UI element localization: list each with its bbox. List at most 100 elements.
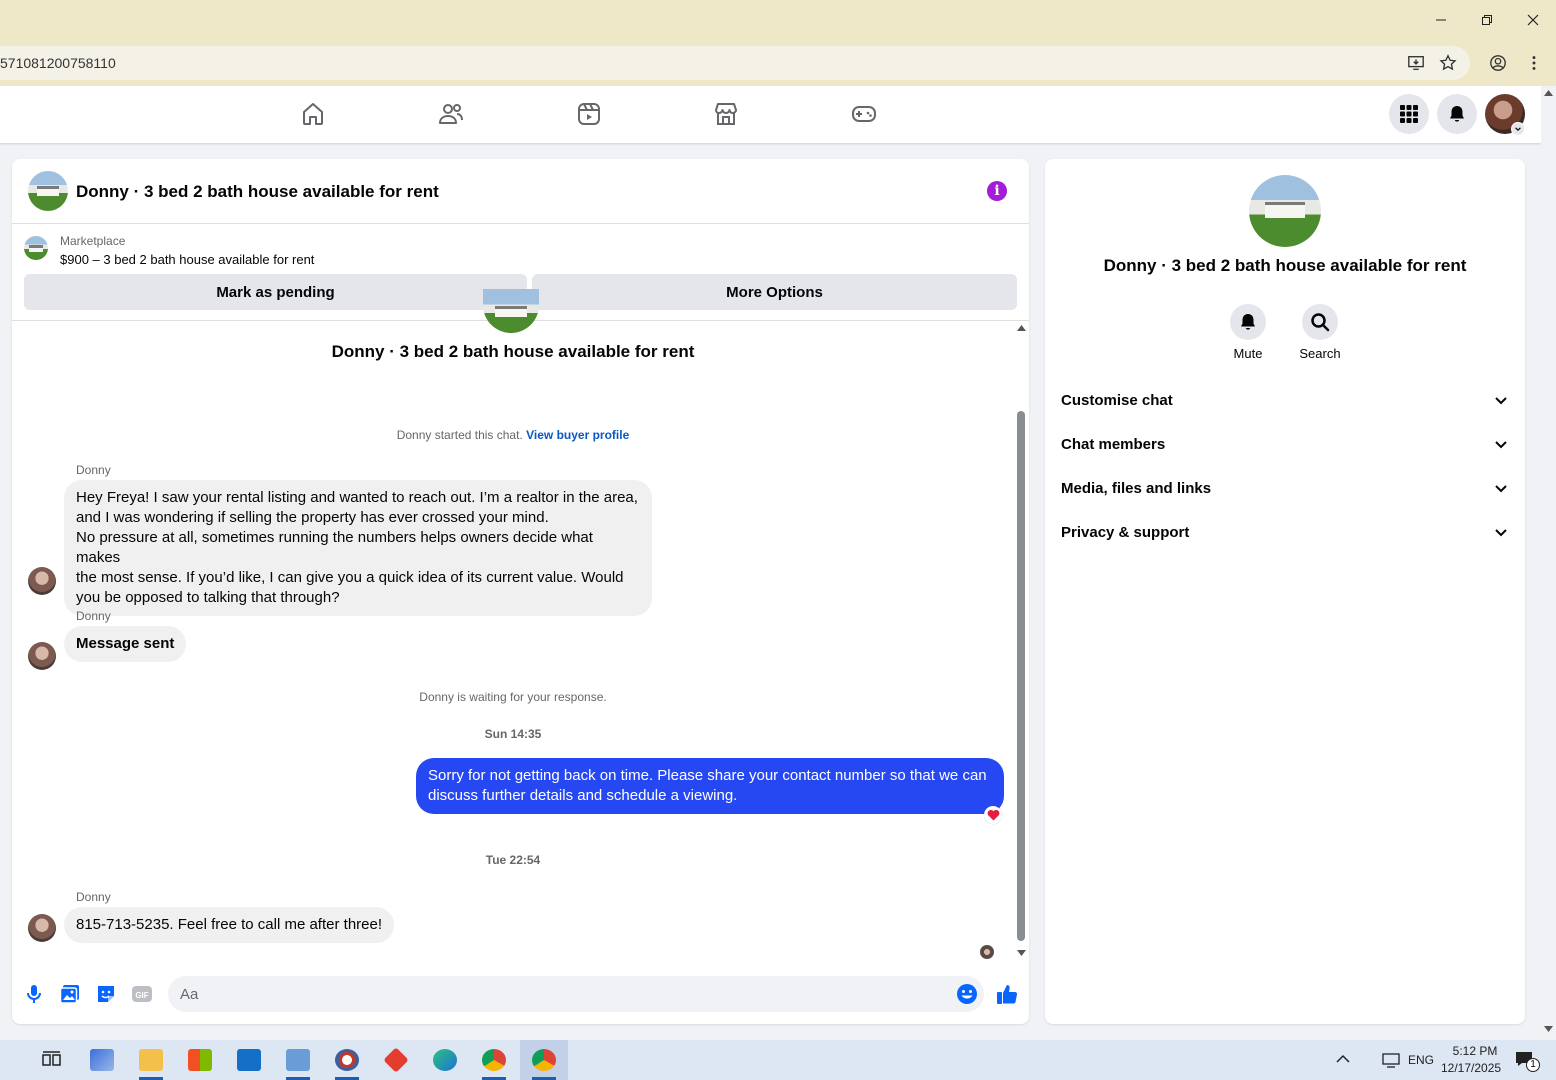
- outgoing-message[interactable]: Sorry for not getting back on time. Plea…: [416, 758, 1004, 814]
- menu-button[interactable]: [1389, 94, 1429, 134]
- language-indicator[interactable]: ENG: [1408, 1053, 1434, 1067]
- mark-as-pending-button[interactable]: Mark as pending: [24, 274, 527, 310]
- search-in-chat-button[interactable]: Search: [1285, 304, 1355, 361]
- install-app-icon[interactable]: [1405, 52, 1427, 74]
- address-bar-area: 571081200758110: [0, 40, 1556, 86]
- friends-icon: [439, 104, 463, 124]
- section-label: Chat members: [1061, 435, 1166, 453]
- facebook-top-nav: [0, 86, 1541, 143]
- sticker-button[interactable]: [94, 982, 118, 1006]
- taskbar-app[interactable]: [225, 1040, 273, 1080]
- restore-icon: [1482, 15, 1492, 25]
- conversation-title: Donny · 3 bed 2 bath house available for…: [331, 342, 695, 361]
- taskbar-app-active[interactable]: [520, 1040, 568, 1080]
- message-line: Hey Freya! I saw your rental listing and…: [76, 489, 638, 506]
- voice-clip-button[interactable]: [22, 982, 46, 1006]
- chat-panel: Donny · 3 bed 2 bath house available for…: [12, 159, 1029, 1024]
- heart-reaction-icon[interactable]: [984, 806, 1002, 824]
- file-explorer-icon: [139, 1049, 163, 1071]
- like-send-button[interactable]: [995, 982, 1019, 1006]
- taskbar-app[interactable]: [274, 1040, 322, 1080]
- chevron-down-icon: [1495, 485, 1507, 493]
- network-icon[interactable]: [1382, 1052, 1400, 1068]
- browser-menu-icon[interactable]: [1523, 52, 1545, 74]
- store-icon: [188, 1049, 212, 1071]
- video-nav-button[interactable]: [575, 100, 603, 128]
- section-label: Customise chat: [1061, 391, 1173, 409]
- taskbar-app[interactable]: [470, 1040, 518, 1080]
- conversation-avatar: [483, 289, 539, 333]
- taskbar-app[interactable]: [127, 1040, 175, 1080]
- taskbar-app[interactable]: [176, 1040, 224, 1080]
- notifications-center-button[interactable]: 1: [1514, 1050, 1540, 1072]
- edge-icon: [433, 1049, 457, 1071]
- mute-button[interactable]: Mute: [1213, 304, 1283, 361]
- restore-button[interactable]: [1464, 0, 1510, 40]
- task-view-button[interactable]: [28, 1040, 76, 1080]
- scroll-up-icon: [1017, 325, 1026, 331]
- taskbar-app[interactable]: [323, 1040, 371, 1080]
- url-box[interactable]: 571081200758110: [0, 46, 1470, 80]
- emoji-button[interactable]: [955, 982, 979, 1006]
- notification-count: 1: [1526, 1058, 1540, 1072]
- section-label: Media, files and links: [1061, 479, 1212, 497]
- home-nav-button[interactable]: [299, 100, 327, 128]
- section-label: Privacy & support: [1061, 523, 1190, 541]
- info-icon[interactable]: i: [987, 181, 1007, 201]
- customise-chat-section[interactable]: Customise chat: [1061, 388, 1509, 412]
- chat-details-avatar[interactable]: [1249, 175, 1321, 247]
- attach-photo-button[interactable]: [58, 982, 82, 1006]
- chat-members-section[interactable]: Chat members: [1061, 432, 1509, 456]
- chat-started-notice: Donny started this chat. View buyer prof…: [12, 428, 1014, 442]
- more-options-button[interactable]: More Options: [532, 274, 1017, 310]
- chat-details-title: Donny · 3 bed 2 bath house available for…: [1103, 256, 1467, 275]
- profile-icon[interactable]: [1487, 52, 1509, 74]
- scroll-thumb[interactable]: [1017, 411, 1025, 941]
- incoming-message[interactable]: Hey Freya! I saw your rental listing and…: [64, 480, 652, 616]
- page-scrollbar[interactable]: [1541, 86, 1556, 1040]
- sender-avatar[interactable]: [28, 642, 56, 670]
- sender-avatar[interactable]: [28, 567, 56, 595]
- grid-menu-icon: [1400, 105, 1418, 123]
- chrome-icon: [482, 1049, 506, 1071]
- chat-title[interactable]: Donny · 3 bed 2 bath house available for…: [76, 182, 439, 202]
- minimize-button[interactable]: [1418, 0, 1464, 40]
- thumbs-up-icon: [997, 985, 1018, 1004]
- marketplace-label: Marketplace: [60, 234, 126, 248]
- taskbar-app[interactable]: [421, 1040, 469, 1080]
- notifications-button[interactable]: [1437, 94, 1477, 134]
- timestamp: Tue 22:54: [485, 853, 541, 867]
- taskbar-app[interactable]: [78, 1040, 126, 1080]
- message-line: discuss further details and schedule a v…: [428, 787, 738, 804]
- gaming-nav-button[interactable]: [850, 100, 878, 128]
- incoming-message[interactable]: 815-713-5235. Feel free to call me after…: [64, 907, 395, 943]
- incoming-message[interactable]: Message sent: [64, 626, 187, 662]
- chat-scrollbar[interactable]: [1014, 321, 1029, 961]
- privacy-support-section[interactable]: Privacy & support: [1061, 520, 1509, 544]
- scroll-up-icon: [1544, 90, 1553, 96]
- tray-expand-icon[interactable]: [1336, 1054, 1350, 1064]
- account-chevron-icon[interactable]: [1511, 122, 1525, 136]
- taskbar-app[interactable]: [372, 1040, 420, 1080]
- view-buyer-profile-link[interactable]: View buyer profile: [526, 428, 629, 442]
- photo-icon: [59, 985, 79, 1004]
- friends-nav-button[interactable]: [437, 100, 465, 128]
- clock-time[interactable]: 5:12 PM: [1450, 1044, 1500, 1058]
- media-files-links-section[interactable]: Media, files and links: [1061, 476, 1509, 500]
- waiting-notice: Donny is waiting for your response.: [419, 690, 607, 704]
- emoji-icon: [957, 984, 977, 1004]
- gif-icon: GIF: [132, 986, 152, 1002]
- sender-avatar[interactable]: [28, 914, 56, 942]
- chat-avatar[interactable]: [28, 171, 68, 211]
- video-icon: [578, 103, 600, 125]
- bookmark-star-icon[interactable]: [1437, 52, 1459, 74]
- document-app-icon: [286, 1049, 310, 1071]
- message-input[interactable]: [168, 976, 984, 1012]
- listing-title[interactable]: $900 – 3 bed 2 bath house available for …: [60, 252, 314, 267]
- clock-date[interactable]: 12/17/2025: [1441, 1061, 1501, 1075]
- marketplace-nav-button[interactable]: [712, 100, 740, 128]
- listing-thumbnail[interactable]: [24, 236, 48, 260]
- message-sender: Donny: [76, 609, 111, 623]
- gif-button[interactable]: GIF: [130, 982, 154, 1006]
- close-window-button[interactable]: [1510, 0, 1556, 40]
